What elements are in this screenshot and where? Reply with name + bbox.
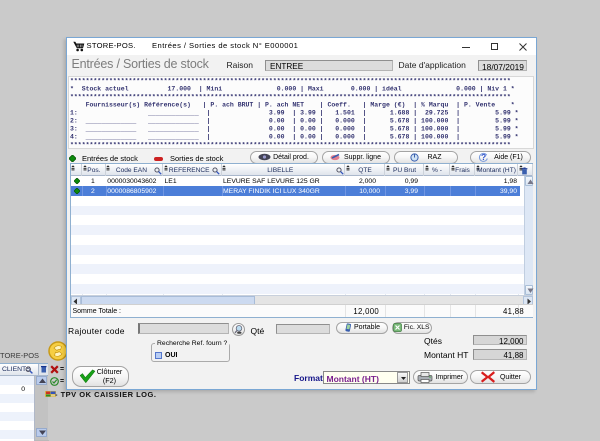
svg-text:?: ?: [481, 152, 486, 162]
